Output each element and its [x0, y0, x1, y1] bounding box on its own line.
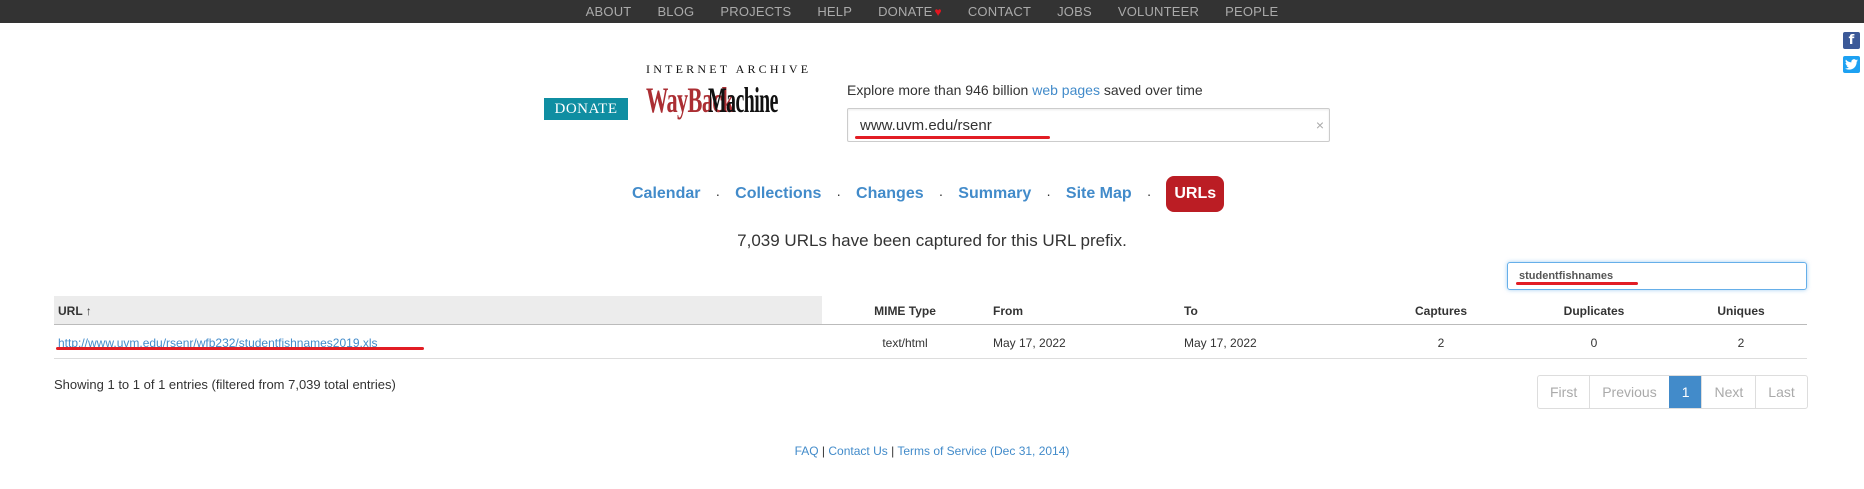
filter-value: studentfishnames	[1519, 270, 1614, 282]
heart-icon: ♥	[934, 5, 942, 19]
annotation-underline	[56, 347, 424, 350]
nav-donate[interactable]: DONATE ♥	[865, 4, 955, 19]
row-duplicates: 0	[1590, 336, 1598, 350]
nav-projects[interactable]: PROJECTS	[707, 4, 804, 19]
tagline-after: saved over time	[1099, 82, 1203, 98]
col-uniques-header[interactable]: Uniques	[1717, 304, 1764, 318]
logo-internet-archive-text: INTERNET ARCHIVE	[646, 62, 812, 76]
faq-link[interactable]: FAQ	[795, 444, 819, 458]
tab-site-map[interactable]: Site Map	[1066, 185, 1132, 203]
tab-separator: ·	[1146, 186, 1152, 202]
tab-summary[interactable]: Summary	[958, 185, 1031, 203]
annotation-underline	[1516, 282, 1638, 285]
tab-calendar[interactable]: Calendar	[632, 185, 700, 203]
nav-donate-label: DONATE	[878, 4, 933, 19]
row-captures: 2	[1437, 336, 1445, 350]
view-tabs: Calendar · Collections · Changes · Summa…	[632, 175, 1225, 213]
tab-changes[interactable]: Changes	[856, 185, 924, 203]
search-value: www.uvm.edu/rsenr	[860, 117, 992, 134]
row-from: May 17, 2022	[993, 336, 1066, 350]
nav-volunteer[interactable]: VOLUNTEER	[1105, 4, 1212, 19]
top-nav: ABOUT BLOG PROJECTS HELP DONATE ♥ CONTACT…	[0, 0, 1864, 23]
col-from-header[interactable]: From	[993, 304, 1023, 318]
twitter-icon[interactable]	[1843, 56, 1860, 73]
col-duplicates-header[interactable]: Duplicates	[1564, 304, 1625, 318]
logo-machine-text: Machine	[708, 80, 778, 120]
tab-separator: ·	[1046, 186, 1051, 202]
page-previous[interactable]: Previous	[1589, 376, 1668, 408]
col-captures-header[interactable]: Captures	[1415, 304, 1467, 318]
logo-wayback-text: WayBack	[646, 80, 734, 120]
nav-help[interactable]: HELP	[804, 4, 865, 19]
entries-info: Showing 1 to 1 of 1 entries (filtered fr…	[54, 377, 396, 392]
filter-input[interactable]: studentfishnames	[1507, 262, 1807, 290]
terms-link[interactable]: Terms of Service (Dec 31, 2014)	[897, 444, 1069, 458]
nav-jobs[interactable]: JOBS	[1044, 4, 1105, 19]
page-first[interactable]: First	[1538, 376, 1589, 408]
tab-separator: ·	[938, 186, 944, 202]
row-to: May 17, 2022	[1184, 336, 1257, 350]
table-row: http://www.uvm.edu/rsenr/wfb232/studentf…	[54, 325, 1807, 359]
donate-button[interactable]: DONATE	[544, 98, 628, 120]
footer-separator: |	[887, 444, 898, 458]
capture-count-text: 7,039 URLs have been captured for this U…	[737, 231, 1127, 250]
tab-collections[interactable]: Collections	[735, 185, 821, 203]
annotation-underline	[855, 136, 1050, 139]
wayback-machine-logo[interactable]: INTERNET ARCHIVE WayBack Machine	[646, 62, 830, 132]
pagination: First Previous 1 Next Last	[1537, 375, 1808, 409]
facebook-icon[interactable]: f	[1843, 32, 1860, 49]
twitter-bird-icon	[1845, 59, 1858, 70]
row-mime: text/html	[882, 336, 928, 350]
page-last[interactable]: Last	[1755, 376, 1806, 408]
tab-separator: ·	[715, 186, 721, 202]
page-next[interactable]: Next	[1701, 376, 1755, 408]
tab-separator: ·	[836, 186, 842, 202]
tab-urls[interactable]: URLs	[1166, 176, 1225, 212]
row-uniques: 2	[1737, 336, 1745, 350]
footer: FAQ | Contact Us | Terms of Service (Dec…	[0, 444, 1864, 458]
col-mime-header[interactable]: MIME Type	[874, 304, 936, 318]
nav-people[interactable]: PEOPLE	[1212, 4, 1291, 19]
clear-icon[interactable]: ×	[1316, 117, 1324, 133]
nav-contact[interactable]: CONTACT	[955, 4, 1044, 19]
contact-link[interactable]: Contact Us	[828, 444, 887, 458]
tagline-before: Explore more than 946 billion	[847, 82, 1033, 98]
table-header: URL ↑ MIME Type From To Captures Duplica…	[54, 296, 1807, 325]
social-share: f	[1843, 32, 1860, 73]
logo-wordmark: WayBack Machine	[646, 80, 830, 120]
nav-blog[interactable]: BLOG	[644, 4, 707, 19]
tagline: Explore more than 946 billion web pages …	[847, 82, 1203, 98]
web-pages-link[interactable]: web pages	[1032, 82, 1100, 98]
nav-about[interactable]: ABOUT	[573, 4, 645, 19]
url-header-bg	[54, 296, 822, 324]
col-to-header[interactable]: To	[1184, 304, 1198, 318]
page-1[interactable]: 1	[1668, 376, 1702, 408]
col-url-header[interactable]: URL ↑	[58, 304, 92, 318]
footer-separator: |	[818, 444, 829, 458]
